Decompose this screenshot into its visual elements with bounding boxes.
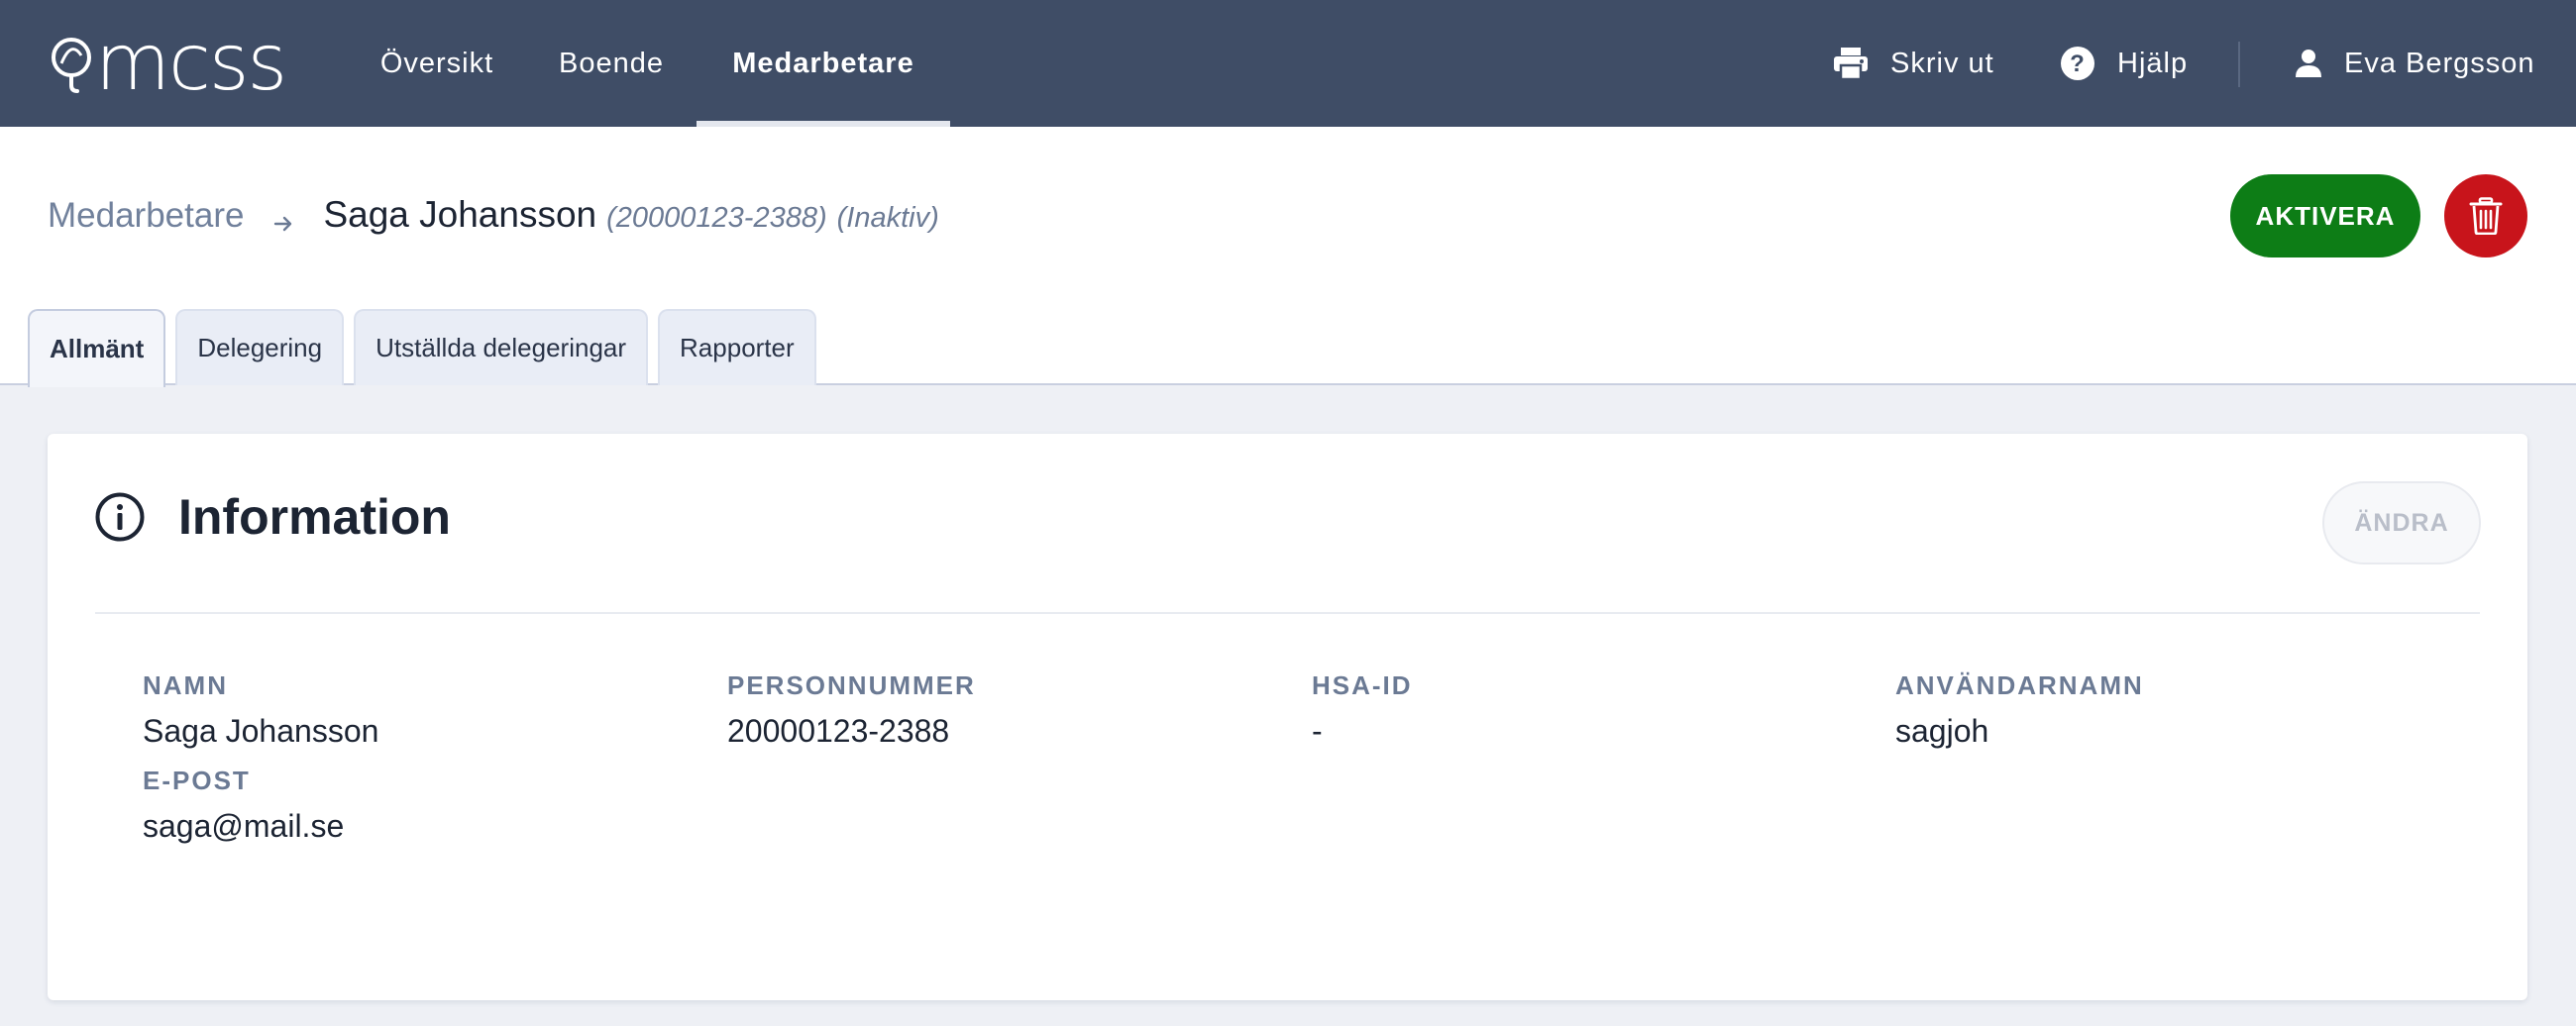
field-label: ANVÄNDARNAMN bbox=[1895, 670, 2144, 700]
field-label: PERSONNUMMER bbox=[727, 670, 976, 700]
delete-button[interactable] bbox=[2444, 174, 2527, 257]
user-menu[interactable]: Eva Bergsson bbox=[2295, 0, 2535, 127]
printer-icon bbox=[1834, 48, 1868, 80]
field-value: Saga Johansson bbox=[143, 713, 379, 749]
tab-rapporter[interactable]: Rapporter bbox=[658, 309, 816, 385]
help-label: Hjälp bbox=[2117, 47, 2189, 79]
field-value: - bbox=[1312, 713, 1323, 749]
tab-label: Utställda delegeringar bbox=[376, 333, 627, 362]
top-navigation-bar: mcss Översikt Boende Medarbetare Skriv u… bbox=[0, 0, 2576, 127]
tab-allmant[interactable]: Allmänt bbox=[28, 309, 166, 387]
tab-label: Allmänt bbox=[50, 334, 145, 363]
nav-medarbetare[interactable]: Medarbetare bbox=[697, 0, 950, 127]
logo-text: mcss bbox=[95, 19, 287, 108]
card-title: Information bbox=[178, 489, 451, 545]
field-value: sagjoh bbox=[1895, 713, 1989, 749]
logo-icon bbox=[52, 38, 91, 93]
activate-button[interactable]: AKTIVERA bbox=[2230, 174, 2420, 257]
field-label: NAMN bbox=[143, 670, 228, 700]
arrow-right-icon bbox=[274, 216, 292, 232]
user-icon bbox=[2296, 50, 2321, 77]
tab-bar: Allmänt Delegering Utställda delegeringa… bbox=[28, 309, 826, 387]
field-personnummer: PERSONNUMMER 20000123-2388 bbox=[727, 669, 976, 751]
field-e-post: E-POST saga@mail.se bbox=[143, 765, 344, 846]
tab-utstallda-delegeringar[interactable]: Utställda delegeringar bbox=[354, 309, 649, 385]
field-label: E-POST bbox=[143, 766, 251, 795]
information-card: Information ÄNDRA NAMN Saga Johansson PE… bbox=[48, 434, 2527, 1000]
tab-label: Rapporter bbox=[680, 333, 795, 362]
info-icon bbox=[95, 492, 145, 542]
app-logo[interactable]: mcss bbox=[48, 19, 287, 108]
nav-label: Medarbetare bbox=[732, 47, 914, 79]
breadcrumb-current: Saga Johansson bbox=[323, 194, 597, 235]
nav-divider bbox=[2238, 42, 2240, 87]
field-value: 20000123-2388 bbox=[727, 713, 950, 749]
nav-oversikt[interactable]: Översikt bbox=[372, 0, 502, 127]
breadcrumb: Medarbetare Saga Johansson (20000123-238… bbox=[48, 194, 939, 254]
help-icon: ? bbox=[2061, 47, 2094, 80]
print-button[interactable]: Skriv ut bbox=[1833, 0, 1994, 127]
field-anvandarnamn: ANVÄNDARNAMN sagjoh bbox=[1895, 669, 2144, 751]
edit-button[interactable]: ÄNDRA bbox=[2322, 481, 2481, 564]
help-button[interactable]: ? Hjälp bbox=[2060, 0, 2188, 127]
tab-delegering[interactable]: Delegering bbox=[175, 309, 345, 385]
breadcrumb-parent-link[interactable]: Medarbetare bbox=[48, 196, 244, 236]
trash-icon bbox=[2469, 197, 2503, 235]
page-header: Medarbetare Saga Johansson (20000123-238… bbox=[0, 127, 2576, 387]
status-badge: (Inaktiv) bbox=[836, 202, 939, 234]
field-namn: NAMN Saga Johansson bbox=[143, 669, 378, 751]
print-label: Skriv ut bbox=[1890, 47, 1994, 79]
card-header: Information bbox=[95, 485, 451, 549]
field-label: HSA-ID bbox=[1312, 670, 1413, 700]
user-name: Eva Bergsson bbox=[2344, 47, 2535, 79]
nav-label: Boende bbox=[559, 47, 664, 79]
nav-label: Översikt bbox=[379, 47, 494, 79]
nav-boende[interactable]: Boende bbox=[553, 0, 670, 127]
field-hsa-id: HSA-ID - bbox=[1312, 669, 1413, 751]
svg-text:?: ? bbox=[2070, 51, 2086, 77]
tab-label: Delegering bbox=[197, 333, 323, 362]
field-value: saga@mail.se bbox=[143, 808, 345, 844]
card-divider bbox=[95, 612, 2480, 614]
breadcrumb-personnummer: (20000123-2388) bbox=[606, 202, 827, 234]
